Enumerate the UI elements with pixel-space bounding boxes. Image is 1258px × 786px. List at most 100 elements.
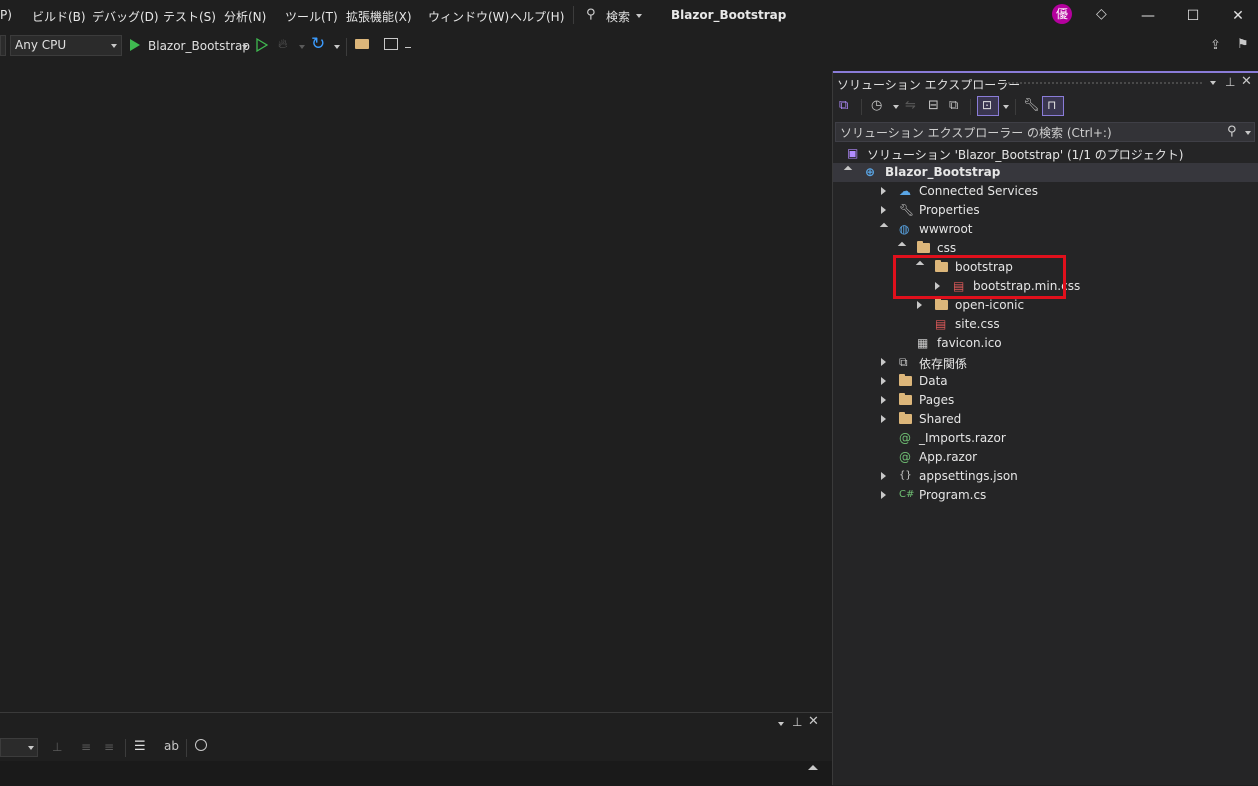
collapse-all-icon[interactable]: ⊟: [928, 98, 939, 113]
clock-icon[interactable]: [195, 739, 207, 751]
collapse-arrow-icon[interactable]: [881, 472, 886, 480]
previous-message-icon[interactable]: ≡: [81, 740, 91, 754]
tree-item[interactable]: {} appsettings.json: [833, 467, 1258, 486]
output-text-area[interactable]: [0, 761, 832, 786]
find-message-icon[interactable]: ⊥: [52, 740, 62, 754]
feedback-icon[interactable]: ⚑: [1237, 37, 1249, 52]
collapse-arrow-icon[interactable]: [881, 491, 886, 499]
tree-item-label: Connected Services: [919, 184, 1039, 198]
menu-item-analyze[interactable]: 分析(N): [224, 8, 266, 25]
menu-item-extensions[interactable]: 拡張機能(X): [346, 8, 412, 25]
pin-icon[interactable]: ⊥: [1225, 75, 1235, 89]
menu-item-build[interactable]: ビルド(B): [32, 8, 86, 25]
tree-item-label: _Imports.razor: [919, 431, 1006, 445]
collapse-arrow-icon[interactable]: [881, 396, 886, 404]
avatar[interactable]: 優: [1052, 4, 1072, 24]
play-icon: [130, 39, 140, 51]
collapse-arrow-icon[interactable]: [881, 187, 886, 195]
search-icon[interactable]: ⚲: [1227, 124, 1237, 139]
tree-item[interactable]: C# Program.cs: [833, 486, 1258, 505]
platform-dropdown[interactable]: Any CPU: [10, 35, 122, 56]
panel-menu-icon[interactable]: [1210, 81, 1216, 85]
tree-item[interactable]: ⧉ 依存関係: [833, 353, 1258, 372]
run-button[interactable]: Blazor_Bootstrap: [130, 35, 250, 57]
window-layout-icon[interactable]: [384, 38, 398, 50]
chevron-down-icon[interactable]: [893, 105, 899, 109]
close-icon[interactable]: ✕: [1241, 74, 1252, 89]
panel-separator: [186, 739, 187, 757]
tree-item-label: wwwroot: [919, 222, 973, 236]
expand-arrow-icon[interactable]: [879, 222, 889, 232]
minimize-button[interactable]: —: [1126, 5, 1170, 27]
tree-item[interactable]: 🔧︎ Properties: [833, 201, 1258, 220]
menu-item-tools[interactable]: ツール(T): [285, 8, 338, 25]
next-message-icon[interactable]: ≡: [104, 740, 114, 754]
folder-icon[interactable]: [355, 39, 369, 49]
tree-item[interactable]: ⊕ Blazor_Bootstrap: [833, 163, 1258, 182]
search-input[interactable]: [840, 125, 1220, 140]
output-source-dropdown[interactable]: [0, 738, 38, 757]
share-icon[interactable]: ⇪: [1210, 38, 1221, 53]
clear-all-icon[interactable]: ☰: [134, 739, 146, 754]
collapse-arrow-icon[interactable]: [881, 358, 886, 366]
dependencies-icon: ⧉: [899, 355, 908, 369]
word-wrap-icon[interactable]: ab: [164, 739, 179, 753]
overflow-icon[interactable]: [405, 47, 411, 48]
maximize-button[interactable]: ☐: [1171, 5, 1215, 27]
razor-file-icon: @: [899, 450, 911, 464]
menu-item-debug[interactable]: デバッグ(D): [92, 8, 159, 25]
preview-button[interactable]: ⊓: [1042, 96, 1064, 116]
collapse-arrow-icon[interactable]: [881, 377, 886, 385]
tree-item[interactable]: Shared: [833, 410, 1258, 429]
panel-menu-icon[interactable]: [778, 722, 784, 726]
drag-grip[interactable]: [1003, 81, 1203, 85]
menu-item-window[interactable]: ウィンドウ(W): [428, 8, 509, 25]
expand-arrow-icon[interactable]: [897, 241, 907, 251]
collapse-arrow-icon[interactable]: [881, 415, 886, 423]
chevron-down-icon[interactable]: [334, 45, 340, 49]
chevron-down-icon: [111, 44, 117, 48]
tree-item-label: Program.cs: [919, 488, 987, 502]
diamond-icon[interactable]: ◇: [1096, 6, 1107, 22]
chevron-down-icon: [636, 14, 642, 18]
wrench-icon[interactable]: 🔧︎: [1023, 98, 1040, 113]
tree-item[interactable]: ◍ wwwroot: [833, 220, 1258, 239]
tree-item[interactable]: ▤ site.css: [833, 315, 1258, 334]
solution-explorer-search[interactable]: ⚲: [835, 122, 1255, 142]
menu-item-project[interactable]: P): [0, 8, 12, 22]
switch-views-icon[interactable]: ⧉: [839, 98, 848, 113]
tree-item[interactable]: ☁ Connected Services: [833, 182, 1258, 201]
run-without-debug-icon[interactable]: [256, 38, 268, 52]
web-project-icon: ⊕: [865, 165, 876, 179]
chevron-down-icon[interactable]: [299, 45, 305, 49]
menu-item-help[interactable]: ヘルプ(H): [510, 8, 564, 25]
tree-item[interactable]: ▦ favicon.ico: [833, 334, 1258, 353]
pending-changes-icon[interactable]: ◷: [871, 98, 882, 113]
refresh-icon[interactable]: ↻: [311, 34, 325, 54]
chevron-down-icon: [242, 45, 248, 49]
close-button[interactable]: ✕: [1216, 5, 1258, 27]
json-file-icon: {}: [899, 470, 912, 481]
sync-icon[interactable]: ⇋: [905, 98, 916, 113]
solution-icon: ▣: [847, 146, 859, 160]
config-dropdown-edge[interactable]: [0, 35, 6, 56]
expand-arrow-icon[interactable]: [843, 165, 853, 175]
tree-item-label: site.css: [955, 317, 1000, 331]
close-icon[interactable]: ✕: [808, 714, 819, 729]
chevron-down-icon[interactable]: [1003, 105, 1009, 109]
tree-item-label: App.razor: [919, 450, 978, 464]
hot-reload-icon[interactable]: 🔥︎: [278, 37, 288, 52]
collapse-arrow-icon[interactable]: [917, 301, 922, 309]
collapse-arrow-icon[interactable]: [881, 206, 886, 214]
show-all-files-icon[interactable]: ⧉: [949, 98, 958, 113]
tree-item[interactable]: @ App.razor: [833, 448, 1258, 467]
chevron-down-icon[interactable]: [1245, 131, 1251, 135]
pin-icon[interactable]: ⊥: [792, 715, 802, 729]
tree-item[interactable]: Data: [833, 372, 1258, 391]
tree-item[interactable]: Pages: [833, 391, 1258, 410]
tree-item[interactable]: @ _Imports.razor: [833, 429, 1258, 448]
scroll-up-icon[interactable]: [808, 765, 818, 770]
filter-button[interactable]: ⊡: [977, 96, 999, 116]
tree-item[interactable]: ▣ ソリューション 'Blazor_Bootstrap' (1/1 のプロジェクト…: [833, 144, 1258, 163]
menu-item-test[interactable]: テスト(S): [163, 8, 216, 25]
